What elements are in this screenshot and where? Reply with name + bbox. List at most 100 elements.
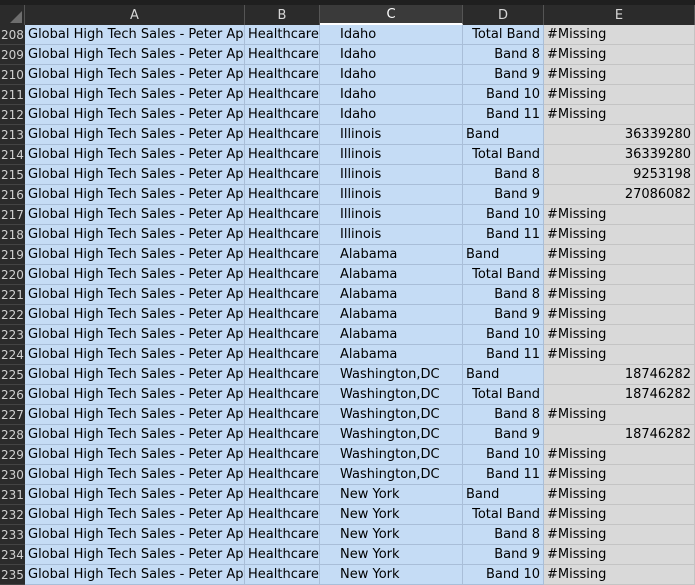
- cell-d[interactable]: Band 9: [463, 425, 544, 445]
- cell-d[interactable]: Band 10: [463, 445, 544, 465]
- row-header[interactable]: 210: [0, 65, 25, 85]
- cell-a[interactable]: Global High Tech Sales - Peter Apt: [25, 205, 245, 225]
- cell-a[interactable]: Global High Tech Sales - Peter Apt: [25, 25, 245, 45]
- cell-a[interactable]: Global High Tech Sales - Peter Apt: [25, 285, 245, 305]
- row-header[interactable]: 232: [0, 505, 25, 525]
- cell-c[interactable]: Idaho: [320, 105, 463, 125]
- cell-e[interactable]: #Missing: [544, 405, 695, 425]
- cell-b[interactable]: Healthcare: [245, 245, 320, 265]
- cell-b[interactable]: Healthcare: [245, 485, 320, 505]
- cell-b[interactable]: Healthcare: [245, 565, 320, 585]
- cell-d[interactable]: Band 8: [463, 525, 544, 545]
- cell-a[interactable]: Global High Tech Sales - Peter Apt: [25, 425, 245, 445]
- cell-b[interactable]: Healthcare: [245, 185, 320, 205]
- cell-e[interactable]: #Missing: [544, 265, 695, 285]
- cell-e[interactable]: 18746282: [544, 385, 695, 405]
- cell-b[interactable]: Healthcare: [245, 465, 320, 485]
- cell-c[interactable]: Washington,DC: [320, 445, 463, 465]
- cell-c[interactable]: Washington,DC: [320, 385, 463, 405]
- cell-a[interactable]: Global High Tech Sales - Peter Apt: [25, 165, 245, 185]
- row-header[interactable]: 222: [0, 305, 25, 325]
- cell-b[interactable]: Healthcare: [245, 205, 320, 225]
- cell-d[interactable]: Band 8: [463, 45, 544, 65]
- cell-e[interactable]: #Missing: [544, 45, 695, 65]
- cell-b[interactable]: Healthcare: [245, 305, 320, 325]
- cell-d[interactable]: Band: [463, 245, 544, 265]
- row-header[interactable]: 213: [0, 125, 25, 145]
- cell-e[interactable]: #Missing: [544, 205, 695, 225]
- row-header[interactable]: 214: [0, 145, 25, 165]
- row-header[interactable]: 228: [0, 425, 25, 445]
- cell-b[interactable]: Healthcare: [245, 105, 320, 125]
- cell-d[interactable]: Band 10: [463, 325, 544, 345]
- cell-a[interactable]: Global High Tech Sales - Peter Apt: [25, 545, 245, 565]
- cell-d[interactable]: Band 11: [463, 105, 544, 125]
- cell-c[interactable]: Alabama: [320, 305, 463, 325]
- cell-b[interactable]: Healthcare: [245, 65, 320, 85]
- cell-a[interactable]: Global High Tech Sales - Peter Apt: [25, 225, 245, 245]
- row-header[interactable]: 230: [0, 465, 25, 485]
- row-header[interactable]: 215: [0, 165, 25, 185]
- cell-e[interactable]: #Missing: [544, 445, 695, 465]
- cell-d[interactable]: Band 9: [463, 185, 544, 205]
- row-header[interactable]: 224: [0, 345, 25, 365]
- row-header[interactable]: 234: [0, 545, 25, 565]
- cell-e[interactable]: 18746282: [544, 365, 695, 385]
- cell-a[interactable]: Global High Tech Sales - Peter Apt: [25, 465, 245, 485]
- cell-b[interactable]: Healthcare: [245, 325, 320, 345]
- row-header[interactable]: 217: [0, 205, 25, 225]
- cell-c[interactable]: Illinois: [320, 225, 463, 245]
- cell-c[interactable]: Alabama: [320, 265, 463, 285]
- cell-e[interactable]: #Missing: [544, 85, 695, 105]
- cell-b[interactable]: Healthcare: [245, 385, 320, 405]
- row-header[interactable]: 223: [0, 325, 25, 345]
- row-header[interactable]: 227: [0, 405, 25, 425]
- cell-d[interactable]: Band 9: [463, 545, 544, 565]
- cell-e[interactable]: #Missing: [544, 325, 695, 345]
- cell-a[interactable]: Global High Tech Sales - Peter Apt: [25, 265, 245, 285]
- cell-c[interactable]: Idaho: [320, 25, 463, 45]
- cell-c[interactable]: New York: [320, 565, 463, 585]
- cell-a[interactable]: Global High Tech Sales - Peter Apt: [25, 405, 245, 425]
- cell-a[interactable]: Global High Tech Sales - Peter Apt: [25, 565, 245, 585]
- cell-e[interactable]: #Missing: [544, 545, 695, 565]
- cell-d[interactable]: Band 10: [463, 85, 544, 105]
- cell-b[interactable]: Healthcare: [245, 85, 320, 105]
- cell-b[interactable]: Healthcare: [245, 365, 320, 385]
- cell-b[interactable]: Healthcare: [245, 545, 320, 565]
- cell-e[interactable]: #Missing: [544, 305, 695, 325]
- cell-b[interactable]: Healthcare: [245, 225, 320, 245]
- cell-e[interactable]: 9253198: [544, 165, 695, 185]
- cell-e[interactable]: #Missing: [544, 285, 695, 305]
- row-header[interactable]: 216: [0, 185, 25, 205]
- cell-a[interactable]: Global High Tech Sales - Peter Apt: [25, 125, 245, 145]
- cell-d[interactable]: Total Band: [463, 505, 544, 525]
- column-header-c[interactable]: C: [320, 5, 463, 25]
- row-header[interactable]: 226: [0, 385, 25, 405]
- cell-a[interactable]: Global High Tech Sales - Peter Apt: [25, 185, 245, 205]
- cell-b[interactable]: Healthcare: [245, 145, 320, 165]
- row-header[interactable]: 219: [0, 245, 25, 265]
- column-header-d[interactable]: D: [463, 5, 544, 25]
- row-header[interactable]: 231: [0, 485, 25, 505]
- cell-e[interactable]: #Missing: [544, 25, 695, 45]
- cell-e[interactable]: 27086082: [544, 185, 695, 205]
- cell-b[interactable]: Healthcare: [245, 265, 320, 285]
- cell-e[interactable]: #Missing: [544, 505, 695, 525]
- cell-e[interactable]: #Missing: [544, 525, 695, 545]
- cell-c[interactable]: Alabama: [320, 325, 463, 345]
- cell-d[interactable]: Band 9: [463, 65, 544, 85]
- cell-d[interactable]: Band: [463, 365, 544, 385]
- cell-a[interactable]: Global High Tech Sales - Peter Apt: [25, 145, 245, 165]
- cell-d[interactable]: Total Band: [463, 265, 544, 285]
- cell-a[interactable]: Global High Tech Sales - Peter Apt: [25, 365, 245, 385]
- cell-b[interactable]: Healthcare: [245, 525, 320, 545]
- cell-c[interactable]: Illinois: [320, 165, 463, 185]
- row-header[interactable]: 211: [0, 85, 25, 105]
- cell-b[interactable]: Healthcare: [245, 45, 320, 65]
- cell-a[interactable]: Global High Tech Sales - Peter Apt: [25, 525, 245, 545]
- row-header[interactable]: 221: [0, 285, 25, 305]
- column-header-b[interactable]: B: [245, 5, 320, 25]
- row-header[interactable]: 235: [0, 565, 25, 585]
- row-header[interactable]: 209: [0, 45, 25, 65]
